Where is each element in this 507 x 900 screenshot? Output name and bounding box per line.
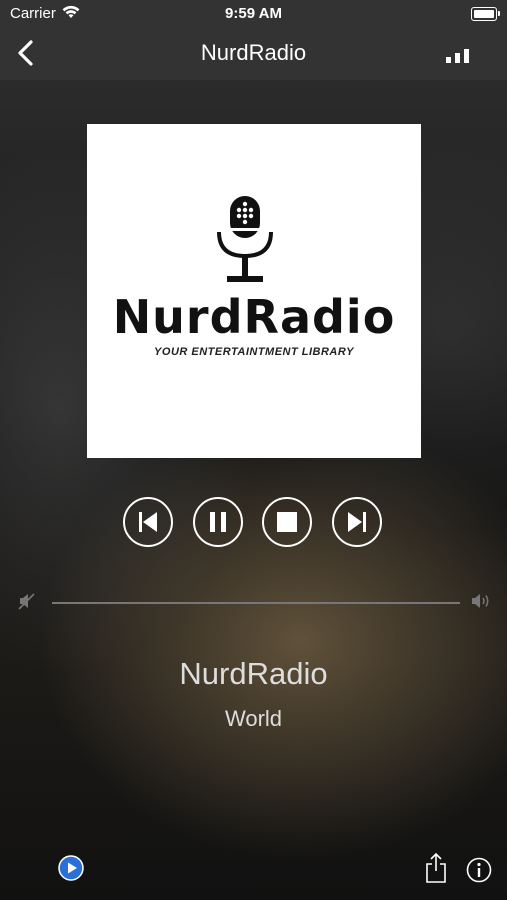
- station-name: NurdRadio: [179, 656, 328, 691]
- info-icon[interactable]: [466, 857, 492, 883]
- share-icon[interactable]: [424, 852, 448, 884]
- pause-button[interactable]: [193, 497, 243, 547]
- navigation-bar: NurdRadio: [0, 28, 507, 80]
- stop-icon: [277, 512, 297, 532]
- next-button[interactable]: [332, 497, 382, 547]
- station-artwork: NurdRadio YOUR ENTERTAINTMENT LIBRARY: [87, 124, 421, 458]
- stop-button[interactable]: [262, 497, 312, 547]
- logo-text: NurdRadio: [112, 290, 396, 344]
- volume-level: [52, 602, 460, 604]
- skip-forward-icon: [348, 512, 366, 532]
- page-title: NurdRadio: [200, 40, 307, 65]
- signal-bars-icon[interactable]: [445, 48, 471, 64]
- volume-max-icon: [472, 594, 489, 608]
- play-logo-icon[interactable]: [58, 855, 84, 881]
- logo-tagline: YOUR ENTERTAINTMENT LIBRARY: [154, 346, 354, 358]
- skip-back-icon: [139, 512, 157, 532]
- station-region: World: [224, 706, 283, 731]
- microphone-icon: [217, 196, 273, 282]
- clock: 9:59 AM: [225, 5, 282, 22]
- previous-button[interactable]: [123, 497, 173, 547]
- volume-slider[interactable]: [52, 602, 460, 604]
- battery-icon: [471, 7, 500, 21]
- volume-mute-icon: [18, 593, 35, 610]
- status-bar: Carrier 9:59 AM: [0, 0, 507, 28]
- pause-icon: [210, 512, 226, 532]
